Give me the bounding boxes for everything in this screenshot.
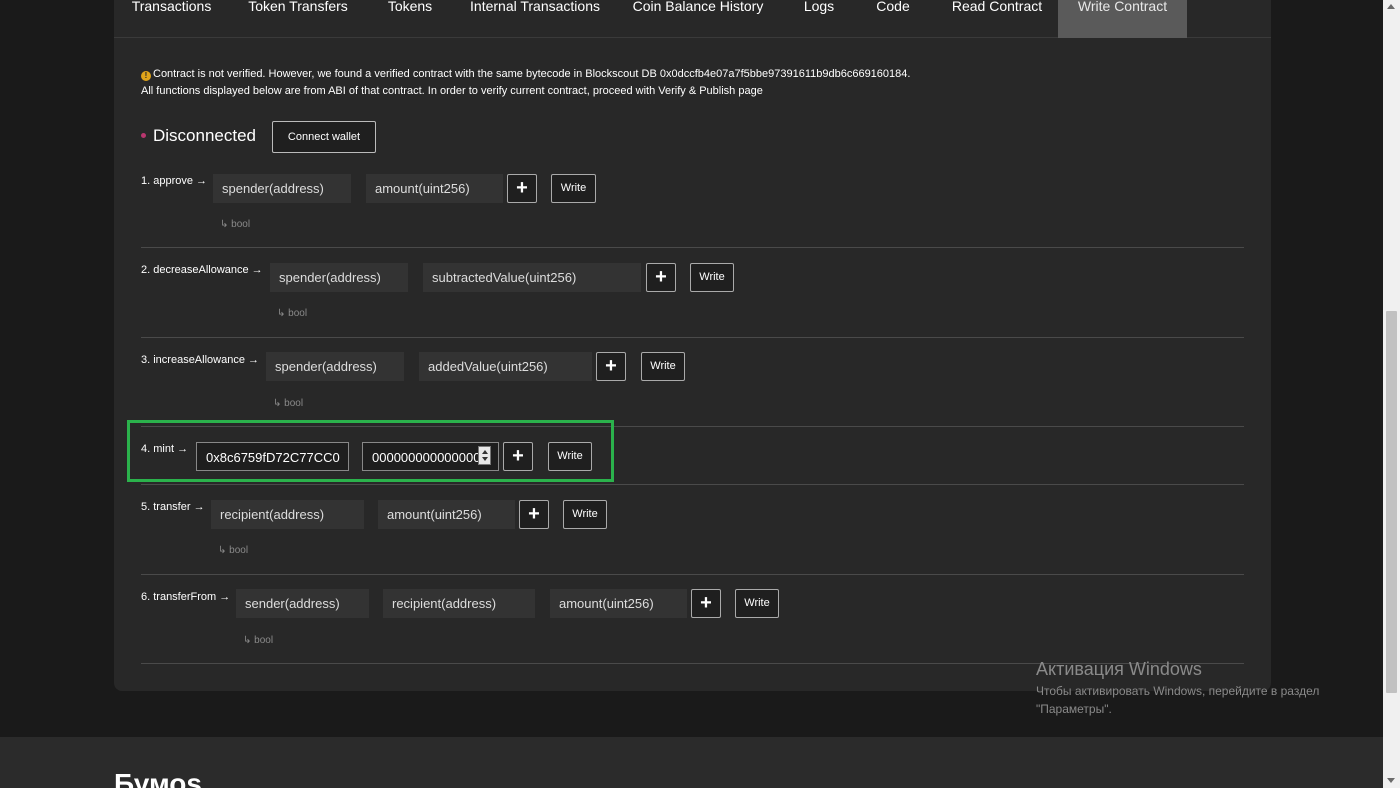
transfer-return-type: ↳ bool <box>218 545 249 556</box>
transfer-from-amount-input[interactable]: amount(uint256) <box>550 589 687 618</box>
increase-plus-button[interactable]: + <box>596 352 626 381</box>
transfer-plus-button[interactable]: + <box>519 500 549 529</box>
transfer-amount-input[interactable]: amount(uint256) <box>378 500 515 529</box>
divider <box>141 247 1244 248</box>
tab-coin-balance-history[interactable]: Coin Balance History <box>628 0 768 38</box>
scroll-down-icon[interactable] <box>1387 778 1395 783</box>
tab-bar: Transactions Token Transfers Tokens Inte… <box>114 0 1271 38</box>
decrease-return-type: ↳ bool <box>277 308 308 319</box>
windows-activation-text: Чтобы активировать Windows, перейдите в … <box>1036 684 1320 716</box>
decrease-plus-button[interactable]: + <box>646 263 676 292</box>
tab-internal-transactions[interactable]: Internal Transactions <box>464 0 606 38</box>
divider <box>141 574 1244 575</box>
increase-write-button[interactable]: Write <box>641 352 685 381</box>
footer <box>0 737 1400 788</box>
tab-tokens[interactable]: Tokens <box>376 0 444 38</box>
approve-write-button[interactable]: Write <box>551 174 596 203</box>
transfer-write-button[interactable]: Write <box>563 500 607 529</box>
increase-return-type: ↳ bool <box>273 398 304 409</box>
scroll-up-icon[interactable] <box>1387 4 1395 9</box>
function-label-transfer: 5. transfer → <box>141 501 205 513</box>
decrease-spender-input[interactable]: spender(address) <box>270 263 408 292</box>
transfer-from-sender-input[interactable]: sender(address) <box>236 589 369 618</box>
transfer-from-recipient-input[interactable]: recipient(address) <box>383 589 535 618</box>
tab-token-transfers[interactable]: Token Transfers <box>239 0 357 38</box>
transfer-recipient-input[interactable]: recipient(address) <box>211 500 364 529</box>
transfer-from-write-button[interactable]: Write <box>735 589 779 618</box>
approve-plus-button[interactable]: + <box>507 174 537 203</box>
function-label-transfer-from: 6. transferFrom → <box>141 591 231 603</box>
transfer-from-return-type: ↳ bool <box>243 635 274 646</box>
footer-title: Бумоs <box>114 768 202 788</box>
connect-wallet-button[interactable]: Connect wallet <box>272 121 376 153</box>
decrease-write-button[interactable]: Write <box>690 263 734 292</box>
mint-highlight-box <box>127 420 614 482</box>
tab-logs[interactable]: Logs <box>794 0 844 38</box>
scrollbar-thumb[interactable] <box>1386 311 1397 693</box>
decrease-subtracted-value-input[interactable]: subtractedValue(uint256) <box>423 263 641 292</box>
function-label-approve: 1. approve → <box>141 175 208 187</box>
increase-spender-input[interactable]: spender(address) <box>266 352 404 381</box>
wallet-status: Disconnected <box>153 126 257 145</box>
divider <box>141 337 1244 338</box>
tab-write-contract[interactable]: Write Contract <box>1058 0 1187 38</box>
transfer-from-plus-button[interactable]: + <box>691 589 721 618</box>
tab-transactions[interactable]: Transactions <box>114 0 229 38</box>
divider <box>141 484 1244 485</box>
approve-return-type: ↳ bool <box>220 219 251 230</box>
contract-card <box>114 0 1271 691</box>
function-label-increase-allowance: 3. increaseAllowance → <box>141 354 260 366</box>
windows-activation-title: Активация Windows <box>1036 659 1202 679</box>
status-dot <box>141 133 146 138</box>
unverified-notice: ! Contract is not verified. However, we f… <box>141 68 911 97</box>
increase-added-value-input[interactable]: addedValue(uint256) <box>419 352 592 381</box>
approve-amount-input[interactable]: amount(uint256) <box>366 174 503 203</box>
function-label-decrease-allowance: 2. decreaseAllowance → <box>141 264 263 276</box>
approve-spender-input[interactable]: spender(address) <box>213 174 351 203</box>
tab-code[interactable]: Code <box>866 0 920 38</box>
tab-read-contract[interactable]: Read Contract <box>944 0 1050 38</box>
warning-icon: ! <box>141 71 151 81</box>
